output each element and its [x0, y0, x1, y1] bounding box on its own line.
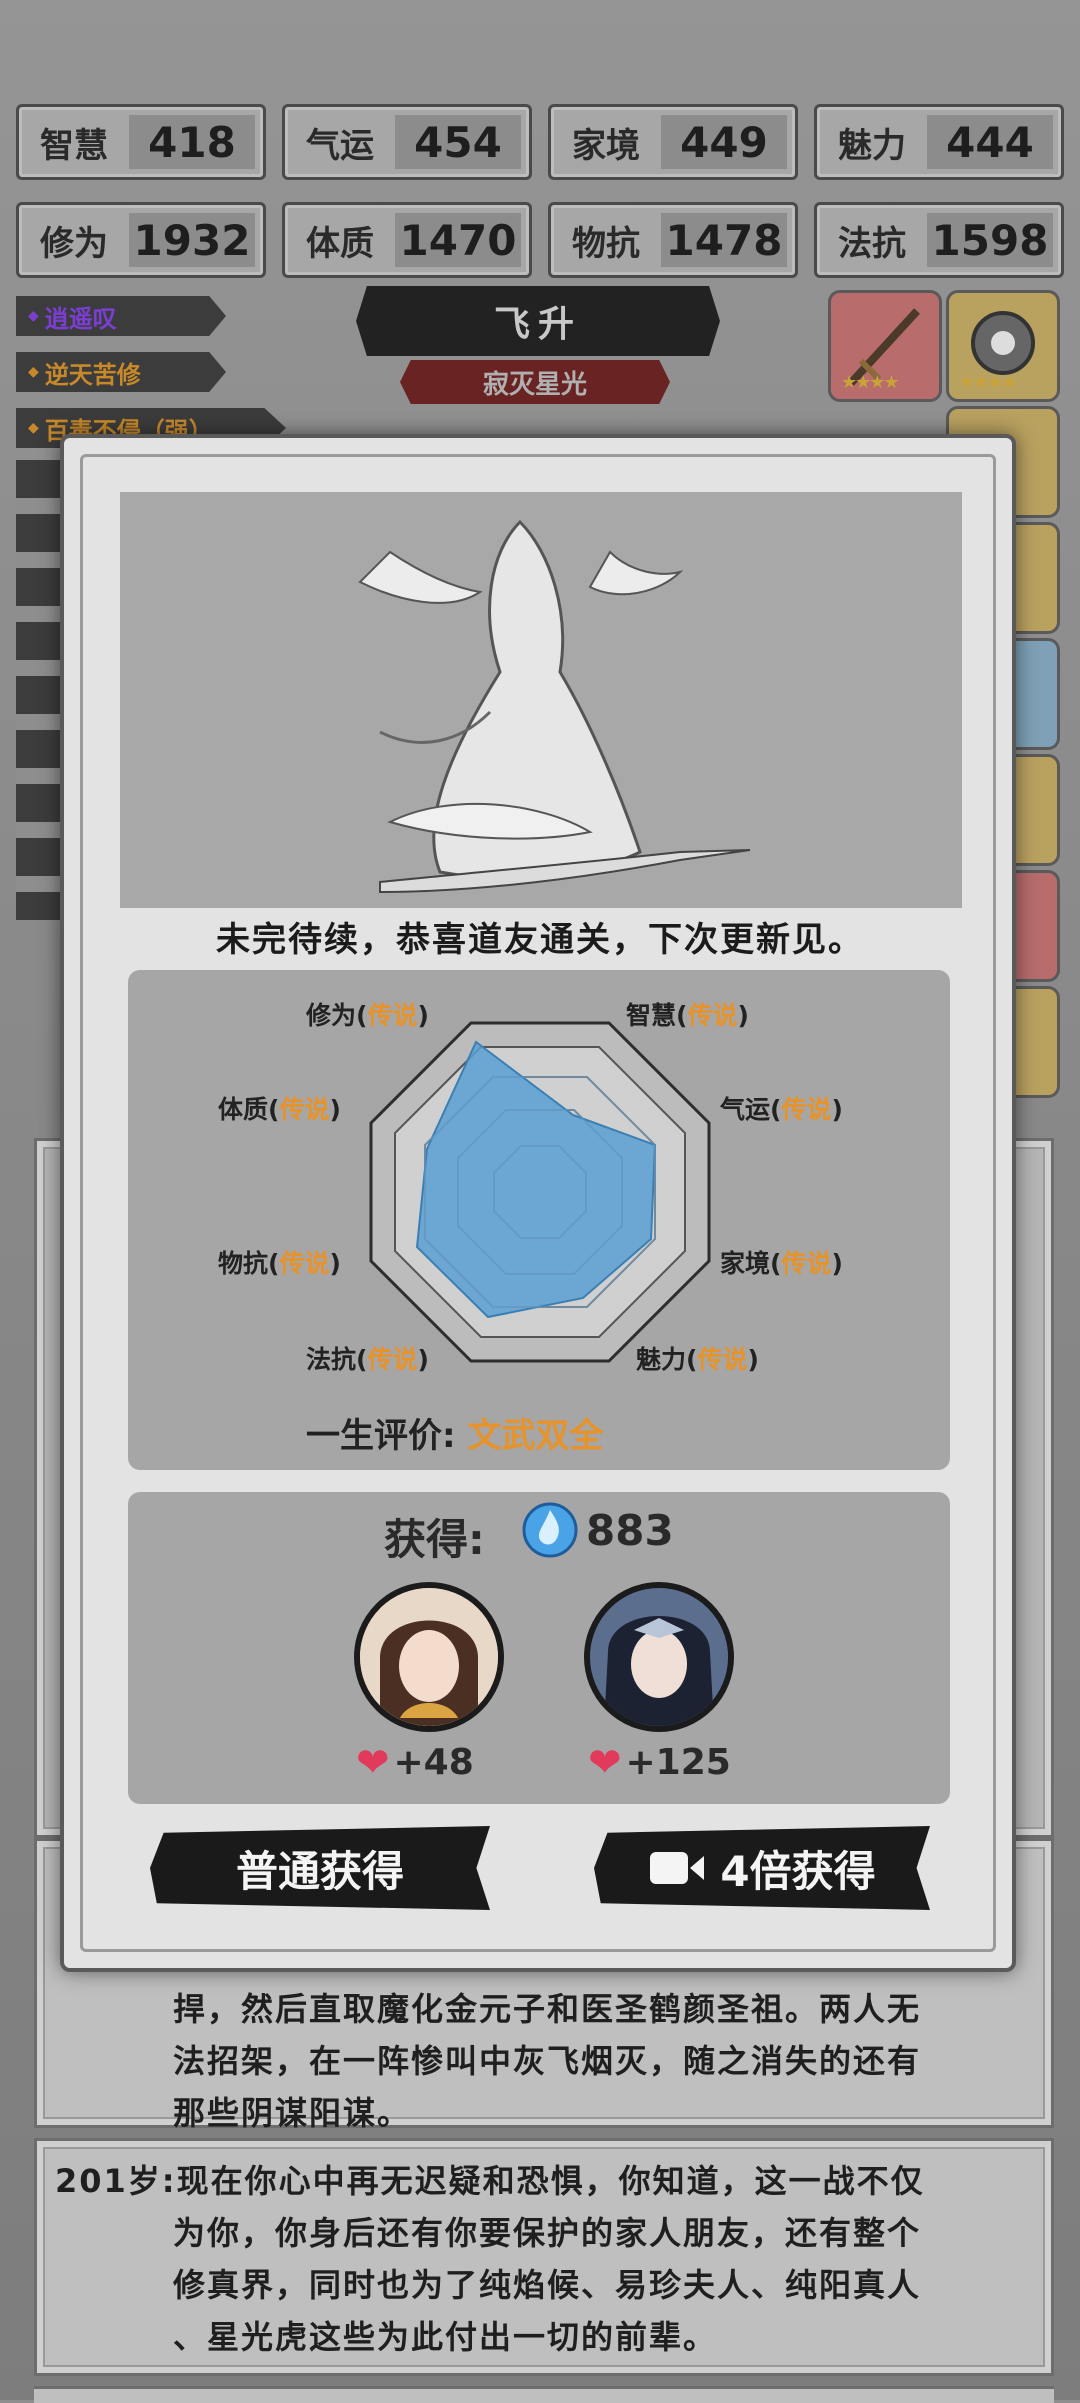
ascension-subbanner: 寂灭星光 [400, 360, 670, 404]
trait-label: 逍遥叹 [44, 304, 117, 333]
stat-value: 444 [927, 115, 1053, 169]
ending-headline: 未完待续，恭喜道友通关，下次更新见。 [216, 920, 864, 960]
stat-label: 修为 [40, 223, 108, 264]
equipment-slot[interactable]: ★★★★ [946, 290, 1060, 402]
stat-luck: 气运 454 [282, 104, 532, 180]
video-icon [650, 1852, 705, 1884]
stat-phys-resist: 物抗 1478 [548, 202, 798, 278]
trait-tag[interactable]: ◆ 逍遥叹 [16, 296, 226, 336]
stat-label: 体质 [306, 223, 374, 264]
normal-claim-label: 普通获得 [235, 1846, 404, 1896]
story-line: 捍，然后直取魔化金元子和医圣鹤颜圣祖。两人无 [173, 1990, 922, 2028]
spirit-flame-icon [522, 1502, 578, 1558]
life-evaluation: 一生评价: 文武双全 [306, 1416, 604, 1456]
ascension-banner: 飞升 [356, 286, 720, 356]
star-rating-icon: ★★★★ [959, 372, 1018, 393]
diamond-icon: ◆ [28, 308, 39, 324]
stat-label: 家境 [572, 125, 640, 166]
radar-label-constitution: 体质(传说) [218, 1095, 341, 1124]
story-line: 为你，你身后还有你要保护的家人朋友，还有整个 [173, 2214, 922, 2252]
normal-claim-button[interactable]: 普通获得 [150, 1826, 490, 1910]
radar-label-luck: 气运(传说) [720, 1095, 843, 1124]
reward-label: 获得: [384, 1515, 485, 1564]
story-card-bottom-edge [34, 2386, 1054, 2403]
heart-icon: ❤ [588, 1739, 622, 1786]
companion-portrait-icon [590, 1588, 728, 1726]
radar-label-phys-resist: 物抗(传说) [218, 1249, 341, 1278]
stat-value: 1598 [927, 213, 1053, 267]
companion-avatar [584, 1582, 734, 1732]
stat-label: 物抗 [572, 223, 640, 264]
claim-4x-button[interactable]: 4倍获得 [594, 1826, 930, 1910]
radar-label-charm: 魅力(传说) [636, 1345, 759, 1374]
banner-subtitle: 寂灭星光 [482, 369, 587, 400]
stat-label: 智慧 [40, 125, 108, 166]
trait-label: 逆天苦修 [44, 360, 141, 389]
stat-constitution: 体质 1470 [282, 202, 532, 278]
stat-label: 法抗 [838, 223, 906, 264]
claim-4x-label: 4倍获得 [720, 1846, 876, 1896]
trait-tag[interactable]: ◆ 逆天苦修 [16, 352, 226, 392]
stat-label: 气运 [306, 125, 374, 166]
affection-value: +125 [625, 1742, 731, 1783]
stat-wisdom: 智慧 418 [16, 104, 266, 180]
stat-value: 1478 [661, 213, 787, 267]
radar-label-cultivation: 修为(传说) [306, 1001, 429, 1030]
stat-magic-resist: 法抗 1598 [814, 202, 1064, 278]
equipment-slot[interactable]: ★★★★ [828, 290, 942, 402]
stat-label: 魅力 [838, 125, 906, 166]
story-line: 修真界，同时也为了纯焰候、易珍夫人、纯阳真人 [173, 2266, 922, 2304]
companion-portrait-icon [360, 1588, 498, 1726]
diamond-icon: ◆ [28, 364, 39, 380]
companion-avatar [354, 1582, 504, 1732]
immortal-crane-icon [358, 519, 751, 894]
stat-cultivation: 修为 1932 [16, 202, 266, 278]
stat-value: 1470 [395, 213, 521, 267]
radar-chart [369, 1021, 711, 1363]
stat-charm: 魅力 444 [814, 104, 1064, 180]
diamond-icon: ◆ [28, 420, 39, 436]
radar-label-family: 家境(传说) [720, 1249, 843, 1278]
affection-1: ❤ +48 [356, 1742, 474, 1783]
radar-label-magic-resist: 法抗(传说) [306, 1345, 429, 1374]
ascension-illustration [120, 492, 962, 908]
stat-family: 家境 449 [548, 104, 798, 180]
evaluation-value: 文武双全 [467, 1416, 604, 1456]
stat-value: 454 [395, 115, 521, 169]
story-line: 那些阴谋阳谋。 [173, 2094, 412, 2132]
banner-title: 飞升 [493, 304, 582, 345]
stat-value: 418 [129, 115, 255, 169]
story-line: 201岁:现在你心中再无迟疑和恐惧，你知道，这一战不仅 [55, 2162, 925, 2200]
story-card: 201岁:现在你心中再无迟疑和恐惧，你知道，这一战不仅 为你，你身后还有你要保护… [34, 2138, 1054, 2376]
stat-value: 1932 [129, 213, 255, 267]
stat-value: 449 [661, 115, 787, 169]
reward-amount: 883 [586, 1506, 674, 1555]
affection-2: ❤ +125 [588, 1742, 731, 1783]
affection-value: +48 [393, 1742, 474, 1783]
heart-icon: ❤ [356, 1739, 390, 1786]
star-rating-icon: ★★★★ [841, 372, 900, 393]
story-line: 、星光虎这些为此付出一切的前辈。 [173, 2318, 718, 2356]
story-line: 法招架，在一阵惨叫中灰飞烟灭，随之消失的还有 [173, 2042, 922, 2080]
radar-label-wisdom: 智慧(传说) [626, 1001, 749, 1030]
